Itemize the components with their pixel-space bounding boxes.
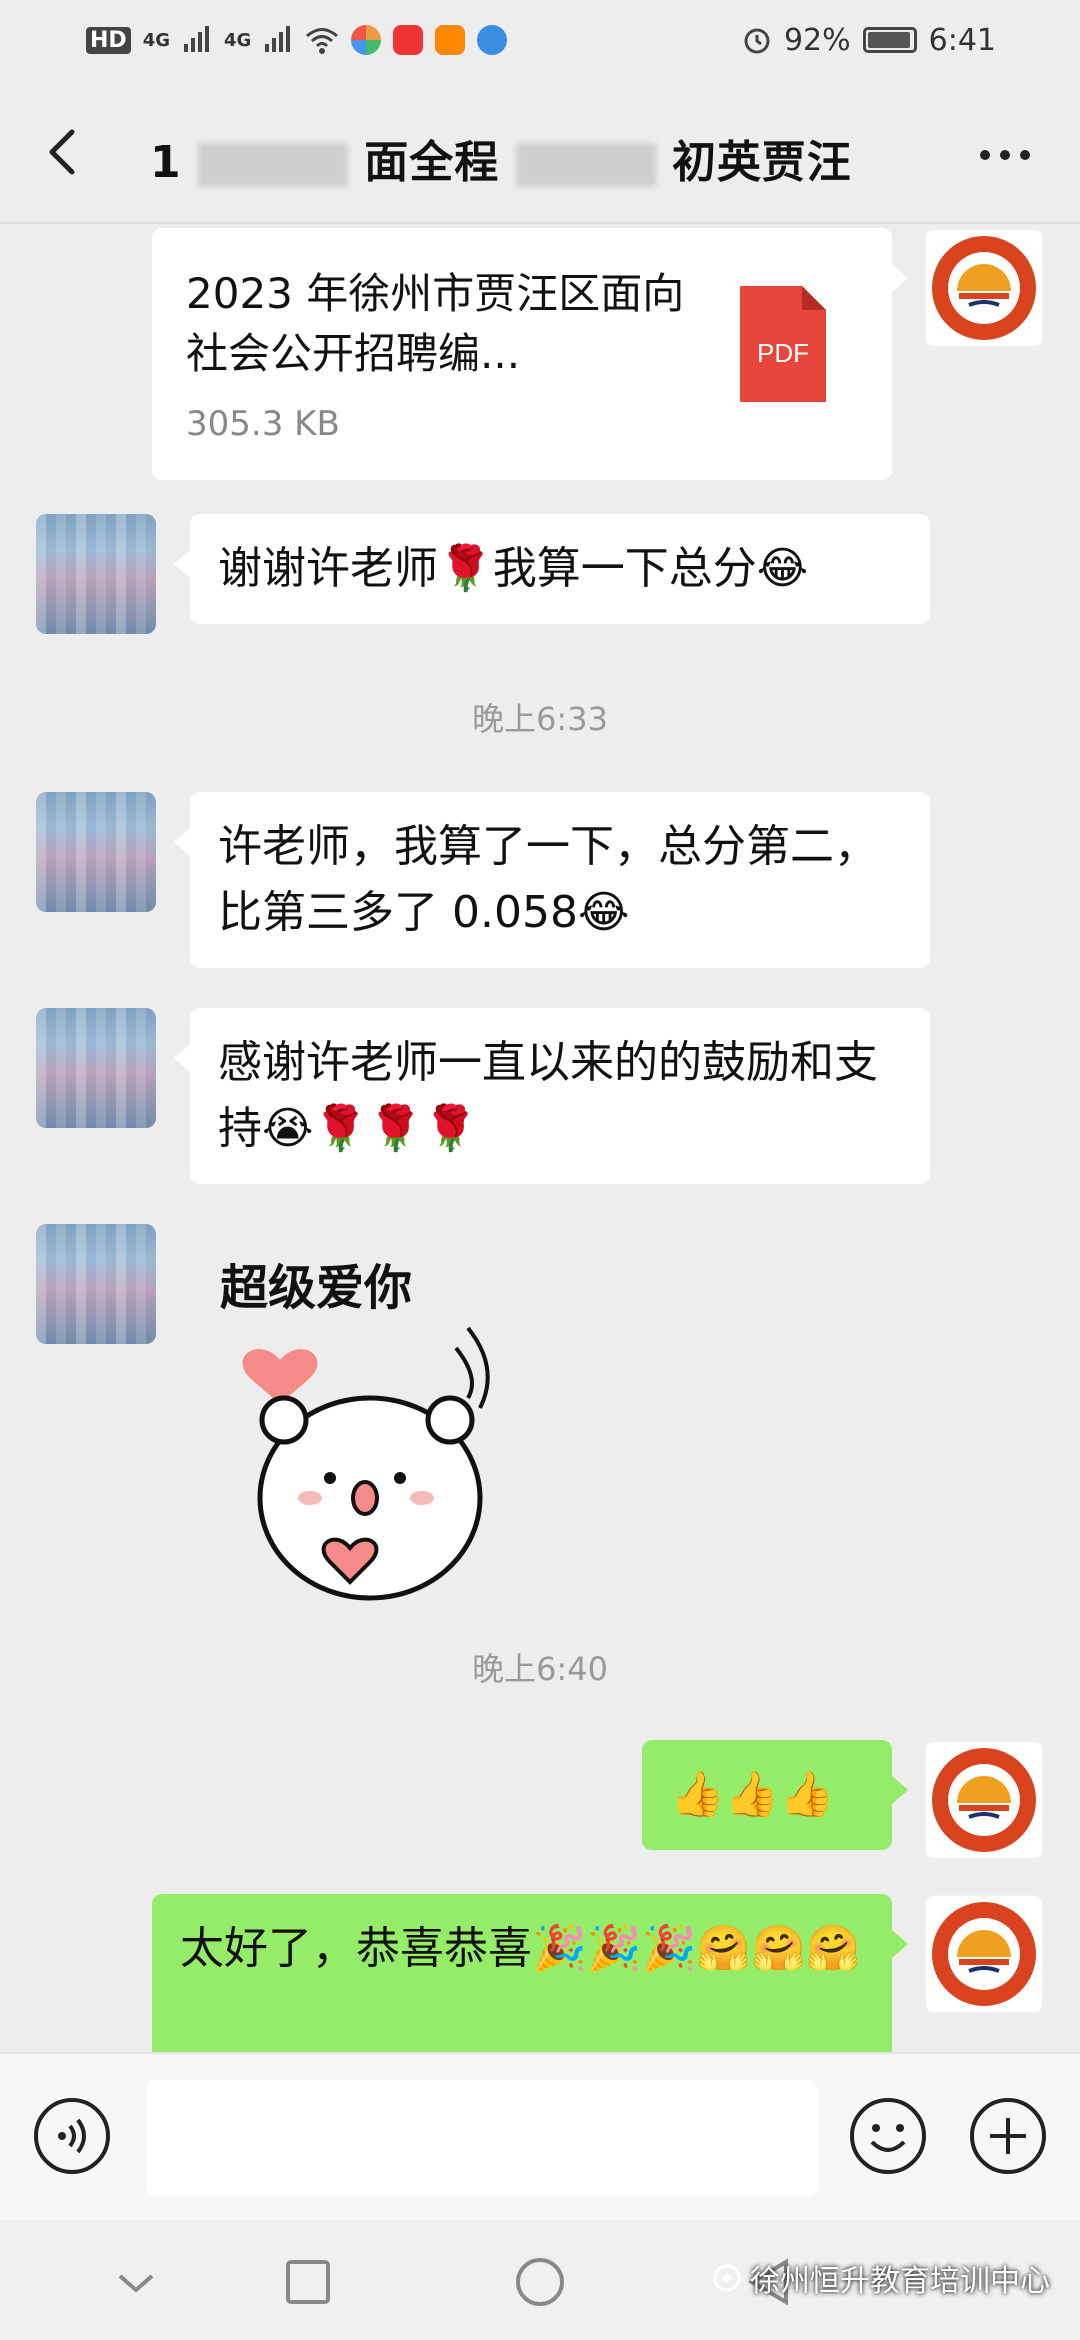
signal-bars-icon xyxy=(184,26,209,52)
status-left: HD 4G 4G xyxy=(86,25,508,55)
self-avatar[interactable] xyxy=(924,228,1044,348)
status-bar: HD 4G 4G 92% 6:41 xyxy=(0,0,1080,80)
alarm-icon xyxy=(744,28,770,54)
more-options-icon[interactable] xyxy=(970,130,1040,180)
peer-message-3[interactable]: 感谢许老师一直以来的的鼓励和支持😭🌹🌹🌹 xyxy=(174,1008,930,1184)
self-message-2[interactable]: 太好了，恭喜恭喜🎉🎉🎉🤗🤗🤗 xyxy=(152,1894,908,2052)
signal-4g-icon: 4G xyxy=(142,29,170,51)
back-arrow-icon[interactable] xyxy=(36,122,96,182)
app-notification-icon-1 xyxy=(351,25,382,55)
heart-icon xyxy=(242,1349,318,1404)
pdf-file-icon: PDF xyxy=(740,286,826,402)
clock: 6:41 xyxy=(928,22,996,58)
chat-title-bar: 1 面全程 初英贾汪 xyxy=(0,100,1080,210)
self-avatar-3[interactable] xyxy=(924,1894,1044,2014)
status-right: 92% 6:41 xyxy=(742,23,996,58)
file-size: 305.3 KB xyxy=(186,404,340,444)
pdf-label: PDF xyxy=(757,338,809,368)
app-notification-icon-2 xyxy=(393,25,424,55)
app-notification-icon-3 xyxy=(435,25,466,55)
timestamp-1: 晚上6:33 xyxy=(472,700,608,738)
watermark: 徐州恒升教育培训中心 xyxy=(712,2256,1050,2300)
file-name: 2023 年徐州市贾汪区面向社会公开招聘编... xyxy=(186,269,685,378)
peer-avatar-4[interactable] xyxy=(36,1224,156,1344)
message-input[interactable] xyxy=(146,2080,818,2196)
sticker-text: 超级爱你 xyxy=(220,1260,412,1316)
chat-title: 1 面全程 初英贾汪 xyxy=(150,126,852,190)
wechat-channel-icon xyxy=(713,2264,741,2292)
battery-icon xyxy=(862,27,917,53)
input-bar xyxy=(0,2052,1080,2220)
bear-sticker[interactable]: 超级爱你 xyxy=(200,1248,560,1608)
plus-icon[interactable] xyxy=(968,2096,1048,2176)
peer-message-1[interactable]: 谢谢许老师🌹我算一下总分😂 xyxy=(174,514,930,624)
system-nav-bar: 徐州恒升教育培训中心 xyxy=(0,2220,1080,2340)
watermark-text: 徐州恒升教育培训中心 xyxy=(750,2264,1050,2299)
signal-4g-icon-2: 4G xyxy=(224,29,252,51)
self-message-1[interactable]: 👍👍👍 xyxy=(642,1740,908,1850)
hengsheng-logo-icon xyxy=(932,236,1036,340)
chat-title-mid2: 初英贾汪 xyxy=(671,137,852,188)
chat-title-mid1: 面全程 xyxy=(364,137,500,188)
home-icon[interactable] xyxy=(510,2252,570,2312)
file-message-card[interactable]: 2023 年徐州市贾汪区面向社会公开招聘编... 305.3 KB PDF xyxy=(152,228,908,480)
hd-icon: HD xyxy=(86,26,131,54)
hengsheng-logo-icon-2 xyxy=(932,1748,1036,1852)
hengsheng-logo-icon-3 xyxy=(932,1902,1036,2006)
self-avatar-2[interactable] xyxy=(924,1740,1044,1860)
emoji-icon[interactable] xyxy=(848,2096,928,2176)
peer-avatar[interactable] xyxy=(36,514,156,634)
peer-avatar-3[interactable] xyxy=(36,1008,156,1128)
chat-messages[interactable]: 2023 年徐州市贾汪区面向社会公开招聘编... 305.3 KB PDF 谢谢… xyxy=(0,224,1080,2052)
peer-message-2[interactable]: 许老师，我算了一下，总分第二，比第三多了 0.058😂 xyxy=(174,792,930,968)
battery-percent: 92% xyxy=(783,22,851,58)
chat-title-start: 1 xyxy=(150,137,182,188)
timestamp-2: 晚上6:40 xyxy=(472,1650,608,1688)
peer-avatar-2[interactable] xyxy=(36,792,156,912)
chevron-down-icon[interactable] xyxy=(106,2252,166,2312)
redacted-block-2 xyxy=(515,143,656,187)
app-notification-icon-4 xyxy=(477,25,508,55)
signal-bars-icon-2 xyxy=(265,26,291,52)
wifi-icon xyxy=(306,28,339,54)
redacted-block xyxy=(197,143,348,187)
recent-apps-icon[interactable] xyxy=(278,2252,338,2312)
voice-input-icon[interactable] xyxy=(32,2096,112,2176)
